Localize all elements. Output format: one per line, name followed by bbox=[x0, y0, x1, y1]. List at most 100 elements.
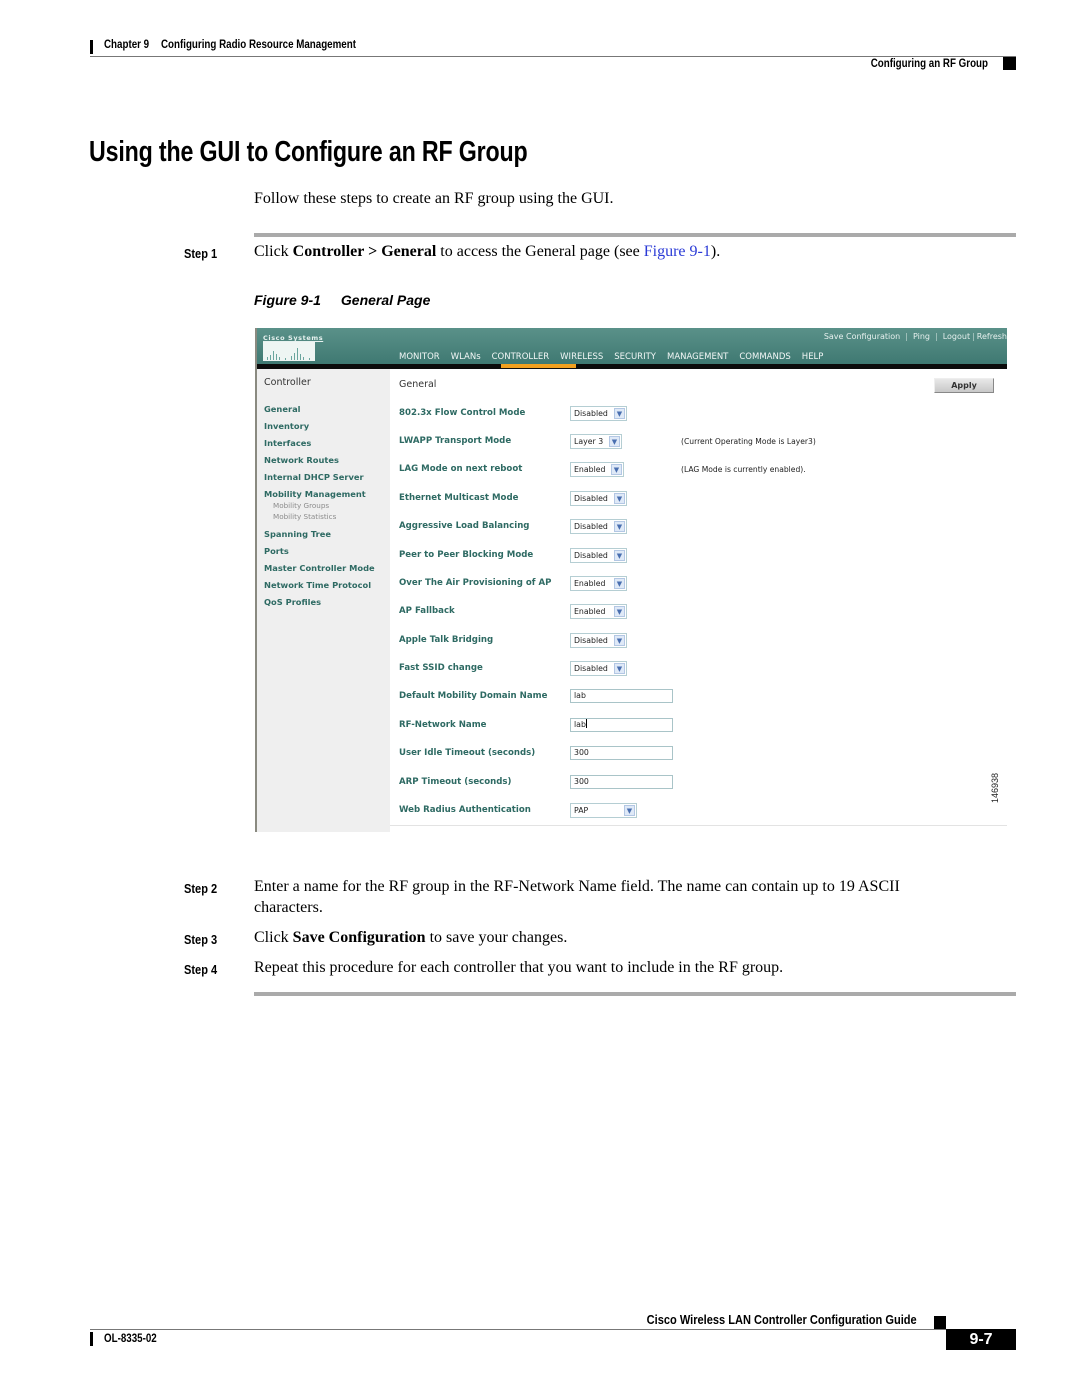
aggressive-load-balancing-select[interactable]: Disabled ▼ bbox=[570, 519, 627, 534]
setting-label: Aggressive Load Balancing bbox=[399, 521, 530, 531]
step-2-label: Step 2 bbox=[184, 881, 218, 896]
footer-guide-title: Cisco Wireless LAN Controller Configurat… bbox=[646, 1312, 917, 1327]
sidebar-item-ports[interactable]: Ports bbox=[264, 546, 289, 556]
chevron-down-icon: ▼ bbox=[614, 578, 625, 589]
document-number: OL-8335-02 bbox=[104, 1333, 157, 1345]
chevron-down-icon: ▼ bbox=[614, 635, 625, 646]
user-idle-timeout-input[interactable]: 300 bbox=[570, 746, 673, 760]
nav-controller[interactable]: CONTROLLER bbox=[492, 352, 550, 362]
refresh-link[interactable]: Refresh bbox=[977, 332, 1007, 341]
figure-link[interactable]: Figure 9-1 bbox=[644, 243, 711, 260]
select-value: Disabled bbox=[574, 522, 608, 531]
main-nav: MONITOR WLANs CONTROLLER WIRELESS SECURITY MA… bbox=[399, 352, 834, 362]
ping-link[interactable]: Ping bbox=[913, 332, 930, 341]
sidebar-item-qos-profiles[interactable]: QoS Profiles bbox=[264, 597, 321, 607]
web-radius-authentication-select[interactable]: PAP ▼ bbox=[570, 803, 637, 818]
sidebar-item-inventory[interactable]: Inventory bbox=[264, 421, 309, 431]
setting-label: LWAPP Transport Mode bbox=[399, 436, 512, 446]
select-value: Enabled bbox=[574, 579, 606, 588]
header-bar-mark bbox=[90, 40, 93, 54]
sidebar-subitem-mobility-groups[interactable]: Mobility Groups bbox=[273, 501, 329, 510]
step-text-part: to save your changes. bbox=[425, 929, 568, 946]
sidebar-item-network-routes[interactable]: Network Routes bbox=[264, 455, 339, 465]
chevron-down-icon: ▼ bbox=[614, 550, 625, 561]
step-1-label: Step 1 bbox=[184, 246, 218, 261]
step-text-part: ). bbox=[710, 243, 721, 260]
nav-wlans[interactable]: WLANs bbox=[451, 352, 481, 362]
nav-wireless[interactable]: WIRELESS bbox=[560, 352, 603, 362]
peer-to-peer-blocking-select[interactable]: Disabled ▼ bbox=[570, 548, 627, 563]
chevron-down-icon: ▼ bbox=[614, 606, 625, 617]
save-configuration-link[interactable]: Save Configuration bbox=[824, 332, 900, 341]
chevron-down-icon: ▼ bbox=[614, 521, 625, 532]
cisco-logo-text: Cisco Systems bbox=[263, 334, 324, 342]
sidebar-title: Controller bbox=[264, 377, 311, 388]
setting-label: Default Mobility Domain Name bbox=[399, 691, 548, 701]
step-bold-general: General bbox=[381, 243, 437, 260]
nav-commands[interactable]: COMMANDS bbox=[739, 352, 790, 362]
step-4-text: Repeat this procedure for each controlle… bbox=[254, 959, 784, 976]
select-value: Layer 3 bbox=[574, 437, 604, 446]
step-4-label: Step 4 bbox=[184, 962, 218, 977]
procedure-bottom-rule bbox=[254, 992, 1016, 996]
over-the-air-provisioning-select[interactable]: Enabled ▼ bbox=[570, 576, 627, 591]
figure-screenshot: Cisco Systems Save Configuration | Ping | Lo… bbox=[255, 328, 1007, 832]
step-bold-save-configuration: Save Configuration bbox=[292, 929, 426, 946]
flow-control-mode-select[interactable]: Disabled ▼ bbox=[570, 406, 627, 421]
apply-button[interactable]: Apply bbox=[934, 378, 994, 393]
nav-monitor[interactable]: MONITOR bbox=[399, 352, 440, 362]
arp-timeout-input[interactable]: 300 bbox=[570, 775, 673, 789]
general-page-content: General Apply 802.3x Flow Control Mode D… bbox=[390, 369, 1007, 832]
lag-mode-select[interactable]: Enabled ▼ bbox=[570, 462, 624, 477]
setting-label: RF-Network Name bbox=[399, 720, 487, 730]
content-bottom-rule bbox=[390, 825, 1007, 826]
step-3-label: Step 3 bbox=[184, 932, 218, 947]
logout-link[interactable]: Logout bbox=[943, 332, 970, 341]
setting-label: Web Radius Authentication bbox=[399, 805, 531, 815]
sidebar-subitem-mobility-statistics[interactable]: Mobility Statistics bbox=[273, 512, 336, 521]
setting-label: Peer to Peer Blocking Mode bbox=[399, 550, 534, 560]
sidebar-item-interfaces[interactable]: Interfaces bbox=[264, 438, 311, 448]
default-mobility-domain-name-input[interactable]: lab bbox=[570, 689, 673, 703]
setting-label: Fast SSID change bbox=[399, 663, 483, 673]
select-value: Enabled bbox=[574, 465, 606, 474]
nav-management[interactable]: MANAGEMENT bbox=[667, 352, 728, 362]
select-value: PAP bbox=[574, 806, 589, 815]
sidebar-item-internal-dhcp-server[interactable]: Internal DHCP Server bbox=[264, 472, 364, 482]
fast-ssid-change-select[interactable]: Disabled ▼ bbox=[570, 661, 627, 676]
step-text-part: to access the General page (see bbox=[436, 243, 644, 260]
header-rule bbox=[90, 56, 1016, 57]
rf-network-name-input[interactable]: lab bbox=[570, 718, 673, 732]
sidebar-item-mobility-management[interactable]: Mobility Management bbox=[264, 489, 366, 499]
figure-number: Figure 9-1 bbox=[254, 292, 321, 308]
lwapp-transport-mode-select[interactable]: Layer 3 ▼ bbox=[570, 434, 622, 449]
figure-id: 146938 bbox=[990, 772, 1000, 803]
step-2-text-line2: characters. bbox=[254, 899, 323, 916]
app-top-bar: Cisco Systems Save Configuration | Ping | Lo… bbox=[257, 328, 1007, 364]
step-text-part: Click bbox=[254, 929, 293, 946]
chevron-down-icon: ▼ bbox=[624, 805, 635, 816]
top-links: Save Configuration | Ping | Logout | Refresh bbox=[823, 332, 1007, 341]
nav-security[interactable]: SECURITY bbox=[614, 352, 656, 362]
controller-sidebar: Controller General Inventory Interfaces … bbox=[257, 369, 390, 832]
text-caret bbox=[585, 719, 587, 728]
step-bold-separator: > bbox=[364, 243, 382, 260]
sidebar-item-network-time-protocol[interactable]: Network Time Protocol bbox=[264, 580, 371, 590]
chevron-down-icon: ▼ bbox=[614, 663, 625, 674]
nav-help[interactable]: HELP bbox=[802, 352, 824, 362]
setting-label: 802.3x Flow Control Mode bbox=[399, 408, 526, 418]
header-square-mark bbox=[1003, 57, 1016, 70]
chevron-down-icon: ▼ bbox=[614, 408, 625, 419]
ethernet-multicast-mode-select[interactable]: Disabled ▼ bbox=[570, 491, 627, 506]
ap-fallback-select[interactable]: Enabled ▼ bbox=[570, 604, 627, 619]
lag-mode-note: (LAG Mode is currently enabled). bbox=[681, 465, 806, 474]
sidebar-item-general[interactable]: General bbox=[264, 404, 301, 414]
apple-talk-bridging-select[interactable]: Disabled ▼ bbox=[570, 633, 627, 648]
sidebar-item-master-controller-mode[interactable]: Master Controller Mode bbox=[264, 563, 375, 573]
select-value: Disabled bbox=[574, 636, 608, 645]
sidebar-item-spanning-tree[interactable]: Spanning Tree bbox=[264, 529, 331, 539]
step-bold-controller: Controller bbox=[292, 243, 365, 260]
cisco-logo-icon bbox=[263, 342, 315, 361]
chevron-down-icon: ▼ bbox=[611, 464, 622, 475]
chevron-down-icon: ▼ bbox=[614, 493, 625, 504]
